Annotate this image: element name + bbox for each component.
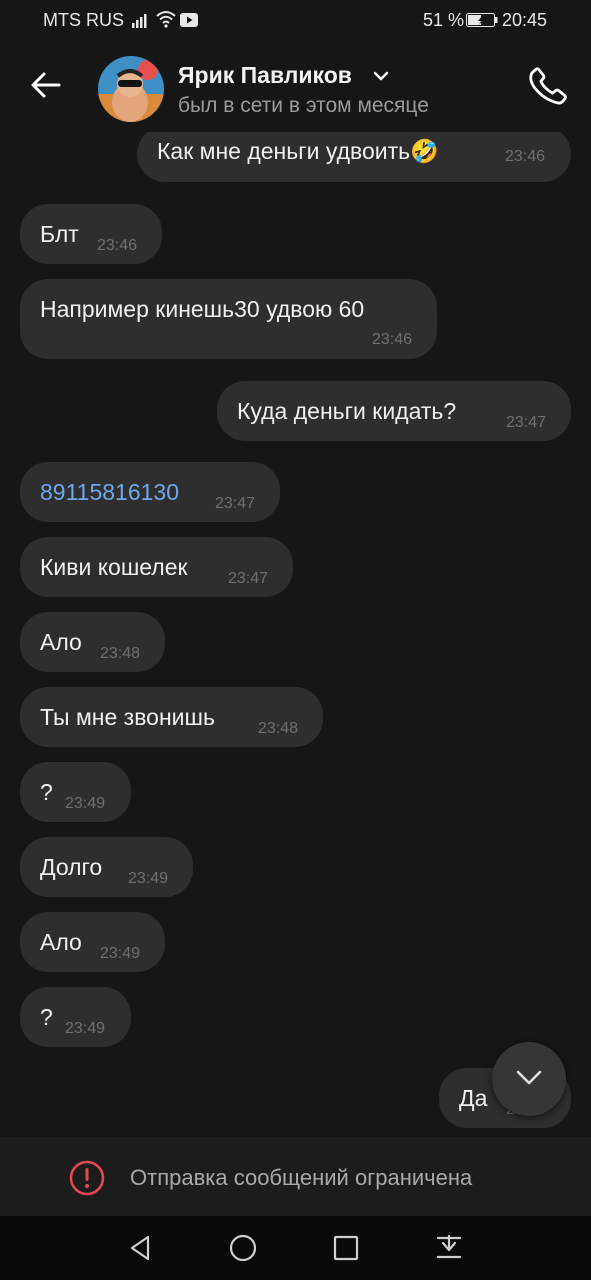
signal-icon: [132, 14, 147, 28]
youtube-icon: [180, 13, 198, 27]
battery-percent: 51 %: [423, 10, 465, 30]
contact-name[interactable]: Ярик Павликов: [178, 62, 352, 89]
message-text: Куда деньги кидать?: [237, 398, 457, 424]
message-text: Блт: [40, 221, 79, 247]
chevron-down-icon[interactable]: [373, 71, 389, 81]
message-text: Ало: [40, 929, 82, 955]
composer-restricted-banner: Отправка сообщений ограничена: [0, 1138, 591, 1217]
message-bubble-incoming[interactable]: Блт 23:46: [20, 204, 162, 264]
message-bubble-incoming[interactable]: Долго 23:49: [20, 837, 193, 897]
avatar[interactable]: [98, 56, 164, 122]
message-time: 23:49: [128, 870, 169, 887]
message-text: Долго: [40, 854, 103, 880]
message-time: 23:46: [97, 237, 138, 254]
phone-icon[interactable]: [527, 65, 569, 107]
message-text: Киви кошелек: [40, 554, 188, 580]
restriction-message: Отправка сообщений ограничена: [130, 1165, 473, 1190]
message-text: Да: [459, 1085, 488, 1111]
message-time: 23:47: [228, 570, 269, 587]
message-time: 23:46: [505, 148, 546, 165]
scroll-to-bottom-button[interactable]: [492, 1042, 566, 1116]
message-time: 23:49: [65, 795, 106, 812]
nav-back-icon[interactable]: [124, 1232, 156, 1264]
message-bubble-outgoing[interactable]: Куда деньги кидать? 23:47: [217, 381, 571, 441]
message-time: 23:49: [100, 945, 141, 962]
message-list[interactable]: Как мне деньги удвоить🤣 23:46 Блт 23:46 …: [0, 132, 591, 1138]
message-bubble-incoming[interactable]: 89115816130 23:47: [20, 462, 280, 522]
chevron-down-icon: [516, 1070, 542, 1085]
system-nav-bar: [0, 1216, 591, 1280]
message-time: 23:49: [65, 1020, 106, 1037]
message-bubble-incoming[interactable]: Ало 23:48: [20, 612, 165, 672]
message-text: Например кинешь30 удвою 60: [40, 296, 365, 322]
message-bubble-incoming[interactable]: Например кинешь30 удвою 60 23:46: [20, 279, 437, 359]
nav-notifications-icon[interactable]: [433, 1232, 465, 1264]
message-text: Ты мне звонишь: [40, 704, 215, 730]
message-bubble-incoming[interactable]: Ало 23:49: [20, 912, 165, 972]
message-time: 23:47: [215, 495, 256, 512]
phone-number-link[interactable]: 89115816130: [40, 479, 179, 506]
message-bubble-incoming[interactable]: Ты мне звонишь 23:48: [20, 687, 323, 747]
nav-home-icon[interactable]: [227, 1232, 259, 1264]
message-time: 23:46: [372, 331, 413, 348]
alert-icon: [69, 1160, 105, 1196]
battery-icon: [466, 13, 498, 27]
message-text: Как мне деньги удвоить🤣: [157, 138, 439, 164]
message-bubble-outgoing[interactable]: Как мне деньги удвоить🤣 23:46: [137, 132, 571, 182]
message-bubble-incoming[interactable]: Киви кошелек 23:47: [20, 537, 293, 597]
message-time: 23:48: [258, 720, 299, 737]
message-text: ?: [40, 779, 53, 805]
message-bubble-incoming[interactable]: ? 23:49: [20, 762, 131, 822]
wifi-icon: [156, 11, 176, 28]
message-time: 23:48: [100, 645, 141, 662]
presence-status: был в сети в этом месяце: [178, 94, 429, 117]
chat-header: Ярик Павликов был в сети в этом месяце: [0, 40, 591, 132]
carrier-label: MTS RUS: [43, 10, 124, 30]
avatar-photo: [98, 56, 164, 122]
nav-recents-icon[interactable]: [330, 1232, 362, 1264]
status-bar: MTS RUS 51 % 20:45: [0, 0, 591, 40]
message-text: Ало: [40, 629, 82, 655]
message-text: ?: [40, 1004, 53, 1030]
clock: 20:45: [502, 10, 548, 30]
message-bubble-incoming[interactable]: ? 23:49: [20, 987, 131, 1047]
arrow-left-icon[interactable]: [26, 65, 66, 105]
message-time: 23:47: [506, 414, 547, 431]
